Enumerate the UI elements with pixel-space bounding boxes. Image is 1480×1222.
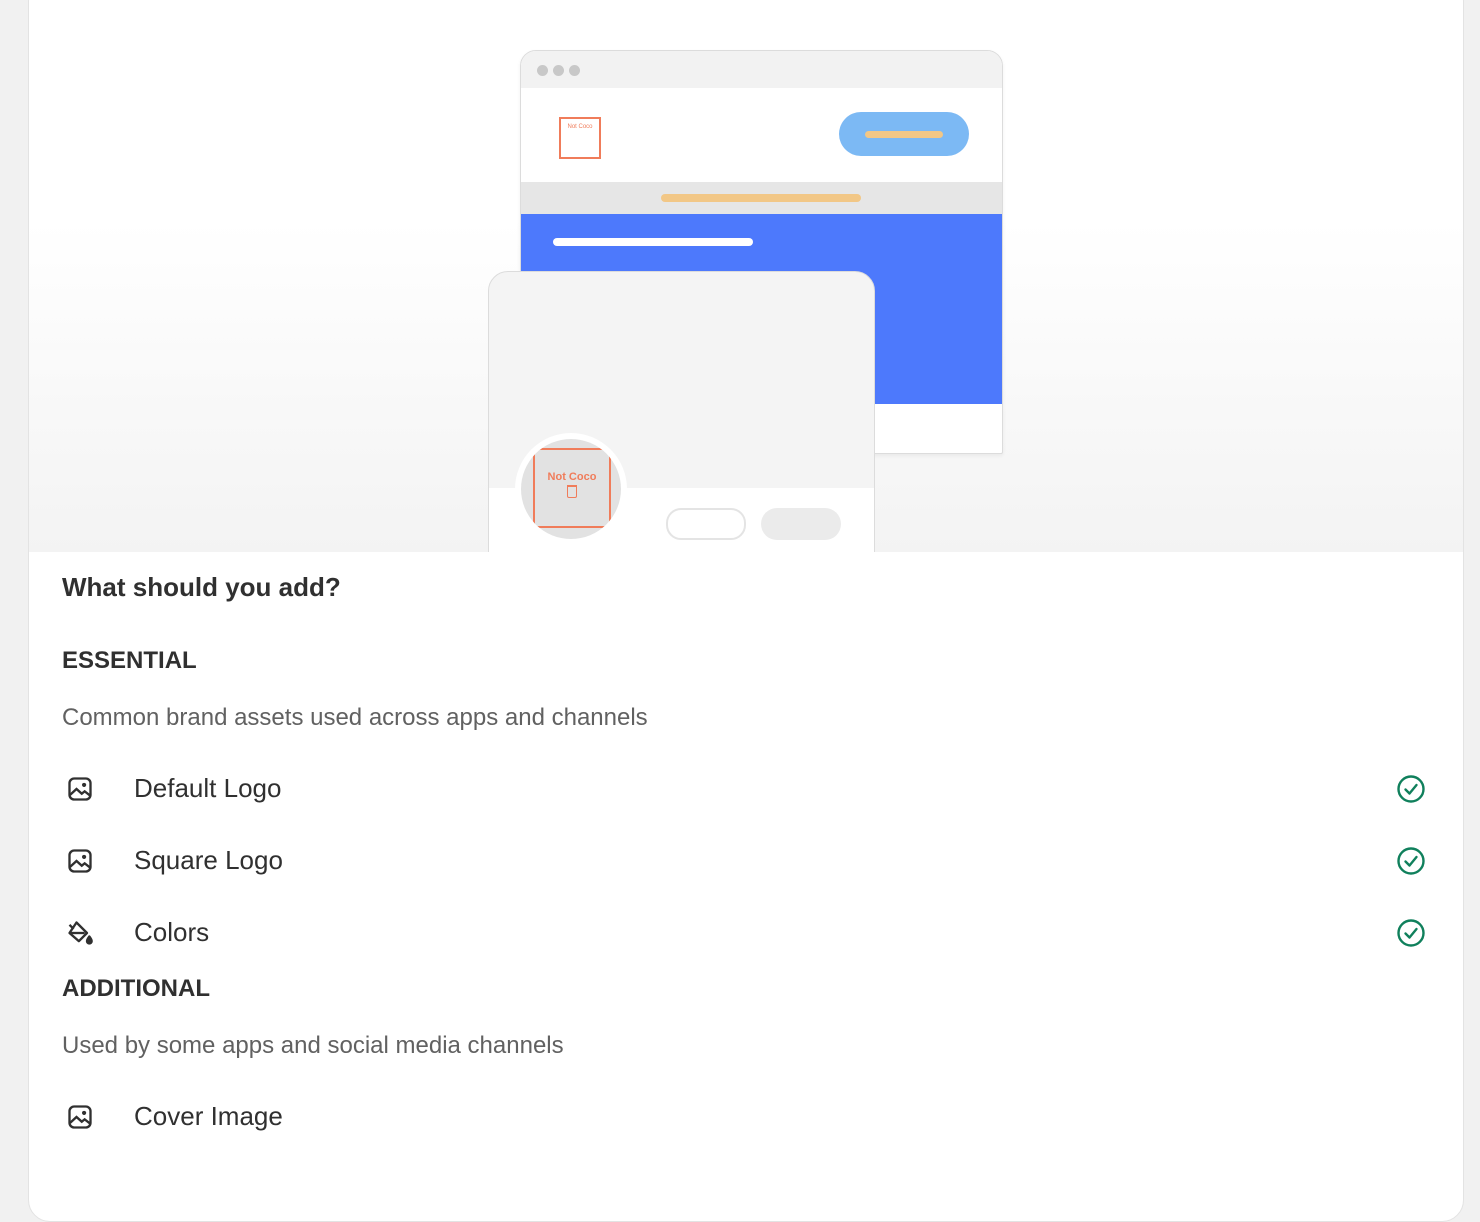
brand-assets-card: Not Coco Not Coco What should you add? E… [28, 0, 1464, 1222]
paint-bucket-icon [68, 921, 93, 945]
asset-label: Square Logo [134, 845, 283, 875]
image-icon [68, 1105, 92, 1129]
asset-row-square-logo[interactable]: Square Logo [62, 840, 1432, 880]
asset-label: Colors [134, 917, 210, 947]
check-circle-icon [1397, 775, 1425, 803]
asset-row-cover-image[interactable]: Cover Image [62, 1096, 1432, 1136]
image-icon [68, 777, 92, 801]
section-heading: What should you add? [62, 572, 341, 602]
essential-description: Common brand assets used across apps and… [62, 704, 648, 731]
essential-title: ESSENTIAL [62, 647, 197, 674]
asset-label: Default Logo [134, 773, 282, 803]
asset-label: Cover Image [134, 1101, 283, 1131]
image-icon [68, 849, 92, 873]
asset-row-colors[interactable]: Colors [62, 912, 1432, 952]
check-circle-icon [1397, 919, 1425, 947]
additional-title: ADDITIONAL [62, 975, 210, 1002]
asset-row-default-logo[interactable]: Default Logo [62, 768, 1432, 808]
additional-description: Used by some apps and social media chann… [62, 1032, 564, 1059]
check-circle-icon [1397, 847, 1425, 875]
